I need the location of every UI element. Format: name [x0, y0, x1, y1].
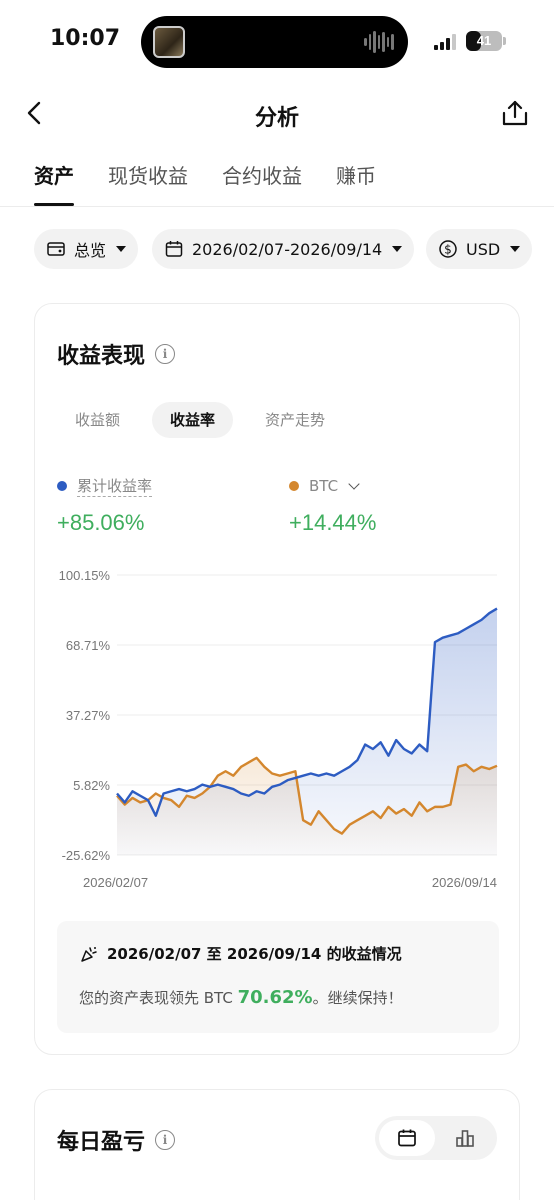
date-range-picker[interactable]: 2026/02/07-2026/09/14: [152, 229, 415, 269]
caret-down-icon: [392, 246, 403, 252]
currency-dropdown[interactable]: $ USD: [426, 229, 533, 269]
returns-chart-svg: 100.15% 68.71% 37.27% 5.82% -25.62% 2026/02/0…: [59, 568, 498, 890]
caret-down-icon: [510, 246, 521, 252]
legend-btc[interactable]: BTC +14.44%: [289, 474, 376, 536]
status-bar: 10:07 41: [0, 0, 554, 80]
share-icon[interactable]: [500, 98, 530, 128]
subtab-asset-trend[interactable]: 资产走势: [247, 402, 343, 438]
party-popper-icon: [81, 946, 97, 962]
returns-chart[interactable]: 100.15% 68.71% 37.27% 5.82% -25.62% 2026/02/0…: [35, 559, 521, 899]
tab-assets[interactable]: 资产: [34, 158, 74, 206]
account-overview-icon: [47, 242, 65, 256]
cellular-signal-icon: [434, 34, 458, 50]
svg-text:$: $: [444, 243, 452, 257]
view-toggle: [375, 1116, 497, 1160]
summary-box: 2026/02/07 至 2026/09/14 的收益情况 您的资产表现领先 B…: [57, 921, 499, 1033]
audio-waveform-icon: [364, 30, 395, 54]
y-tick-label: 100.15%: [59, 568, 111, 583]
daily-title: 每日盈亏: [57, 1130, 146, 1155]
subtab-pnl-amount[interactable]: 收益额: [57, 402, 138, 438]
x-tick-label-end: 2026/09/14: [432, 875, 497, 890]
nav-bar: 分析: [0, 88, 554, 140]
performance-title: 收益表现: [57, 344, 146, 369]
calendar-icon: [398, 1129, 416, 1147]
orange-dot-icon: [289, 481, 299, 491]
bar-chart-icon: [456, 1130, 474, 1147]
summary-title-row: 2026/02/07 至 2026/09/14 的收益情况: [79, 943, 402, 964]
legend-cumulative-label[interactable]: 累计收益率: [77, 475, 153, 497]
x-tick-label-start: 2026/02/07: [83, 875, 148, 890]
info-icon[interactable]: i: [155, 344, 176, 364]
chevron-down-icon: [348, 478, 360, 490]
date-range-label: 2026/02/07-2026/09/14: [192, 239, 383, 259]
calendar-view-button[interactable]: [379, 1120, 435, 1156]
performance-title-row: 收益表现 i: [57, 338, 176, 370]
calendar-icon: [165, 241, 183, 257]
daily-title-row: 每日盈亏 i: [57, 1124, 176, 1156]
legend-btc-label: BTC: [309, 477, 339, 495]
tab-futures-pnl[interactable]: 合约收益: [222, 158, 302, 206]
summary-highlight: 70.62%: [237, 987, 313, 1008]
battery-percent: 41: [476, 33, 492, 48]
main-tabs: 资产 现货收益 合约收益 赚币: [34, 158, 376, 208]
bar-chart-view-button[interactable]: [437, 1120, 493, 1156]
overview-label: 总览: [74, 241, 107, 260]
performance-subtabs: 收益额 收益率 资产走势: [57, 402, 343, 438]
summary-title: 2026/02/07 至 2026/09/14 的收益情况: [107, 945, 402, 963]
series-area-cumulative: [117, 608, 497, 855]
chart-legend: 累计收益率 +85.06% BTC +14.44%: [57, 474, 497, 544]
page-title: 分析: [254, 106, 299, 131]
y-tick-label: 68.71%: [66, 638, 111, 653]
summary-text: 您的资产表现领先 BTC 70.62%。继续保持！: [79, 987, 403, 1008]
y-tick-label: 37.27%: [66, 708, 111, 723]
dollar-circle-icon: $: [439, 240, 457, 258]
performance-card: 收益表现 i 收益额 收益率 资产走势 累计收益率 +85.06% BTC +1…: [34, 303, 520, 1055]
y-tick-label: -25.62%: [62, 848, 111, 863]
blue-dot-icon: [57, 481, 67, 491]
y-tick-label: 5.82%: [73, 778, 110, 793]
tab-spot-pnl[interactable]: 现货收益: [108, 158, 188, 206]
legend-cumulative: 累计收益率 +85.06%: [57, 474, 153, 536]
battery-icon: 41: [466, 31, 502, 51]
status-time: 10:07: [50, 26, 121, 51]
cumulative-return-value: +85.06%: [57, 510, 145, 535]
caret-down-icon: [116, 246, 127, 252]
battery-tip: [503, 37, 506, 45]
now-playing-artwork-icon: [153, 26, 185, 58]
subtab-pnl-rate[interactable]: 收益率: [152, 402, 234, 438]
info-icon[interactable]: i: [155, 1130, 176, 1150]
dynamic-island[interactable]: [141, 16, 408, 68]
summary-suffix: 。继续保持！: [312, 989, 403, 1007]
filter-bar: 总览 2026/02/07-2026/09/14 $ USD: [34, 229, 533, 269]
summary-prefix: 您的资产表现领先 BTC: [79, 989, 238, 1007]
btc-return-value: +14.44%: [289, 510, 377, 535]
daily-pnl-card: 每日盈亏 i: [34, 1089, 520, 1200]
currency-label: USD: [466, 239, 501, 259]
tab-earn[interactable]: 赚币: [336, 158, 376, 206]
tabs-divider: [0, 206, 554, 207]
overview-dropdown[interactable]: 总览: [34, 229, 139, 269]
